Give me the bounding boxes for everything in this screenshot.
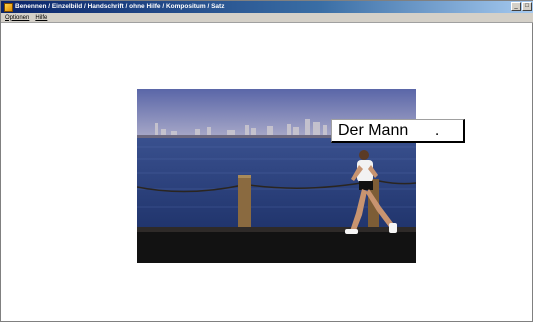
jogger-photo: [137, 89, 416, 263]
minimize-button[interactable]: _: [511, 2, 521, 11]
menu-bar: Optionen Hilfe: [1, 13, 533, 23]
title-bar[interactable]: Benennen / Einzelbild / Handschrift / oh…: [1, 1, 533, 13]
scene-image: [137, 89, 416, 263]
caption-input[interactable]: Der Mann .: [331, 119, 465, 143]
app-icon[interactable]: [4, 2, 13, 12]
menu-item-optionen[interactable]: Optionen: [5, 13, 29, 23]
window-controls: _ □: [511, 2, 532, 11]
maximize-icon: □: [525, 3, 529, 9]
menu-item-hilfe[interactable]: Hilfe: [35, 13, 47, 23]
maximize-button[interactable]: □: [522, 2, 532, 11]
minimize-icon: _: [514, 3, 518, 9]
app-window: Benennen / Einzelbild / Handschrift / oh…: [0, 0, 533, 322]
window-title: Benennen / Einzelbild / Handschrift / oh…: [15, 3, 225, 10]
caption-text: Der Mann .: [338, 121, 440, 139]
